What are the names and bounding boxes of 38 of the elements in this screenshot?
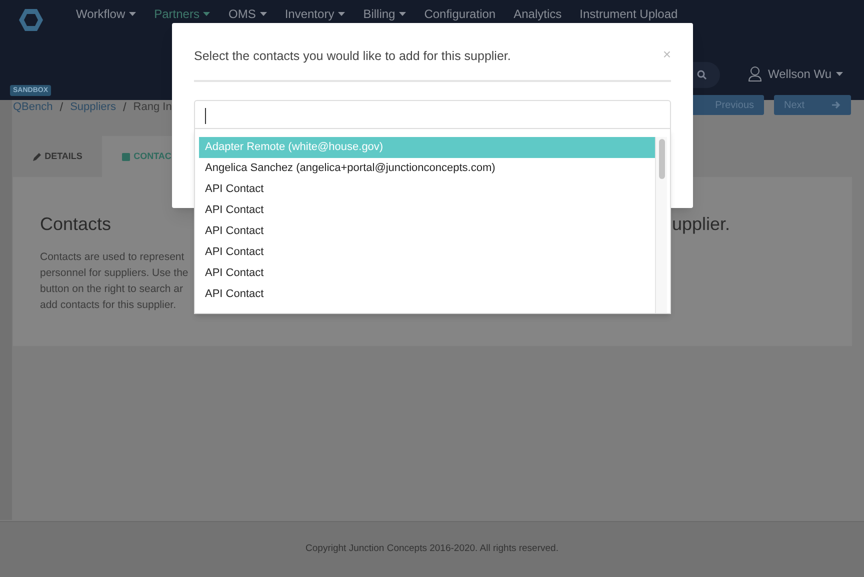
copyright-text: Copyright Junction Concepts 2016-2020. All rights reserved. [306, 542, 558, 556]
nav-menu-item[interactable]: OMS [228, 5, 267, 23]
description-line: Contacts are used to represent [40, 250, 186, 265]
option-item[interactable]: API Contact [199, 263, 655, 284]
option-item[interactable]: API Contact [199, 200, 655, 221]
user-icon [748, 66, 762, 82]
breadcrumb-link[interactable]: Rang In [133, 100, 172, 114]
caret-icon [399, 12, 406, 16]
nav-menu-item[interactable]: Instrument Upload [580, 5, 678, 23]
description-line: button on the right to search ar [40, 282, 184, 297]
panel-heading: upplier. [672, 213, 730, 235]
option-item[interactable]: API Contact [199, 221, 655, 242]
nav-menu-item[interactable]: Inventory [284, 5, 346, 23]
nav-menu-item[interactable]: Partners [154, 5, 210, 23]
search-icon [697, 70, 707, 80]
caret-icon [836, 72, 843, 76]
user-menu[interactable]: Wellson Wu [768, 65, 843, 83]
nav-menu-item[interactable]: Configuration [424, 5, 496, 23]
caret-icon [338, 12, 346, 16]
option-item[interactable]: Angelica Sanchez (angelica+portal@junctionconcepts.com) [199, 158, 655, 179]
breadcrumb-separator: / [122, 100, 126, 114]
option-item[interactable]: API Contact [199, 284, 655, 305]
caret-icon [203, 12, 210, 16]
pencil-icon [32, 152, 41, 160]
breadcrumb-separator: / [60, 100, 64, 114]
nav-menu-item[interactable]: Analytics [514, 5, 562, 23]
description-line: personnel for suppliers. Use the [40, 266, 188, 281]
caret-icon [129, 12, 136, 16]
arrow-right-icon [832, 101, 841, 109]
option-item[interactable]: API Contact [199, 242, 655, 263]
description-line: add contacts for this supplier. [40, 298, 177, 313]
modal-title: Select the contacts you would like to add for this supplier. [194, 48, 511, 65]
panel-heading: Contacts [40, 213, 112, 235]
caret-icon [260, 12, 267, 16]
option-item[interactable]: API Contact [199, 179, 655, 200]
nav-menu-item[interactable]: Billing [363, 5, 406, 23]
nav-menu-item[interactable]: Workflow [76, 5, 136, 23]
logo-icon [18, 8, 44, 32]
